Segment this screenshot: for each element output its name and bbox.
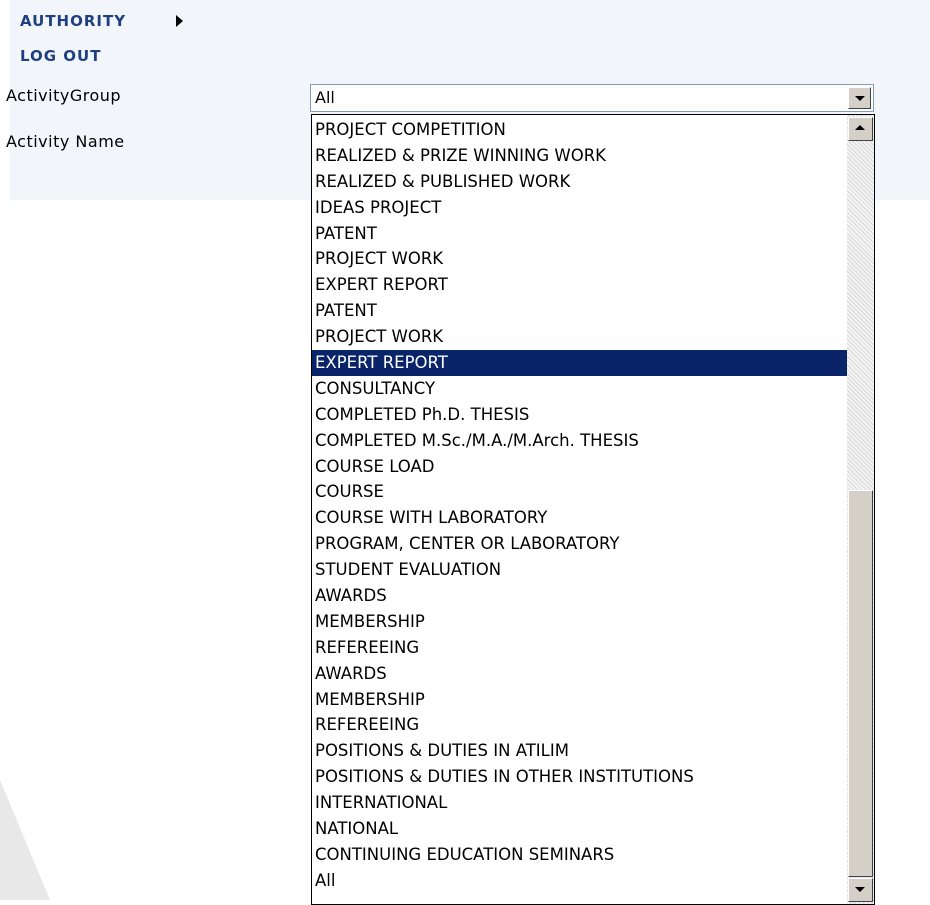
decorative-edge [0, 780, 50, 900]
nav-authority-link[interactable]: AUTHORITY [20, 12, 126, 30]
activity-name-label: Activity Name [6, 132, 125, 151]
triangle-right-icon[interactable] [176, 15, 183, 27]
activity-group-select[interactable]: All [310, 84, 874, 112]
dropdown-option[interactable]: COURSE LOAD [312, 454, 848, 480]
dropdown-option[interactable]: POSITIONS & DUTIES IN OTHER INSTITUTIONS [312, 764, 848, 790]
dropdown-option[interactable]: COMPLETED M.Sc./M.A./M.Arch. THESIS [312, 428, 848, 454]
dropdown-option[interactable]: PROJECT WORK [312, 246, 848, 272]
activity-group-dropdown-list[interactable]: PROJECT COMPETITION REALIZED & PRIZE WINN… [311, 114, 875, 905]
dropdown-option[interactable]: REFEREEING [312, 635, 848, 661]
dropdown-option[interactable]: PROJECT COMPETITION [312, 117, 848, 143]
dropdown-button[interactable] [848, 87, 871, 109]
dropdown-option[interactable]: STUDENT EVALUATION [312, 557, 848, 583]
scroll-down-arrow-icon [855, 887, 865, 892]
dropdown-option[interactable]: All [312, 868, 848, 894]
dropdown-option[interactable]: EXPERT REPORT [312, 350, 848, 376]
dropdown-option[interactable]: REALIZED & PUBLISHED WORK [312, 169, 848, 195]
dropdown-option[interactable]: PATENT [312, 221, 848, 247]
dropdown-option[interactable]: POSITIONS & DUTIES IN ATILIM [312, 738, 848, 764]
dropdown-option[interactable]: COURSE WITH LABORATORY [312, 505, 848, 531]
scroll-up-button[interactable] [848, 117, 873, 141]
activity-group-select-value: All [315, 88, 335, 107]
dropdown-option[interactable]: AWARDS [312, 661, 848, 687]
dropdown-option[interactable]: CONSULTANCY [312, 376, 848, 402]
dropdown-option[interactable]: COURSE [312, 479, 848, 505]
activity-group-label: ActivityGroup [6, 86, 122, 105]
dropdown-scrollbar[interactable] [847, 115, 874, 904]
dropdown-option[interactable]: CONTINUING EDUCATION SEMINARS [312, 842, 848, 868]
dropdown-option[interactable]: MEMBERSHIP [312, 687, 848, 713]
nav-logout-link[interactable]: LOG OUT [20, 47, 101, 65]
dropdown-option[interactable]: REFEREEING [312, 712, 848, 738]
dropdown-option[interactable]: IDEAS PROJECT [312, 195, 848, 221]
dropdown-option[interactable]: PATENT [312, 298, 848, 324]
dropdown-option[interactable]: PROJECT WORK [312, 324, 848, 350]
dropdown-option[interactable]: EXPERT REPORT [312, 272, 848, 298]
dropdown-option[interactable]: NATIONAL [312, 816, 848, 842]
dropdown-option[interactable]: REALIZED & PRIZE WINNING WORK [312, 143, 848, 169]
dropdown-option[interactable]: INTERNATIONAL [312, 790, 848, 816]
chevron-down-icon [855, 96, 865, 101]
scrollbar-thumb[interactable] [848, 490, 873, 877]
scroll-down-button[interactable] [848, 878, 873, 902]
dropdown-options: PROJECT COMPETITION REALIZED & PRIZE WINN… [312, 117, 848, 894]
dropdown-option[interactable]: PROGRAM, CENTER OR LABORATORY [312, 531, 848, 557]
dropdown-option[interactable]: COMPLETED Ph.D. THESIS [312, 402, 848, 428]
dropdown-option[interactable]: MEMBERSHIP [312, 609, 848, 635]
scroll-up-arrow-icon [855, 125, 865, 130]
dropdown-option[interactable]: AWARDS [312, 583, 848, 609]
